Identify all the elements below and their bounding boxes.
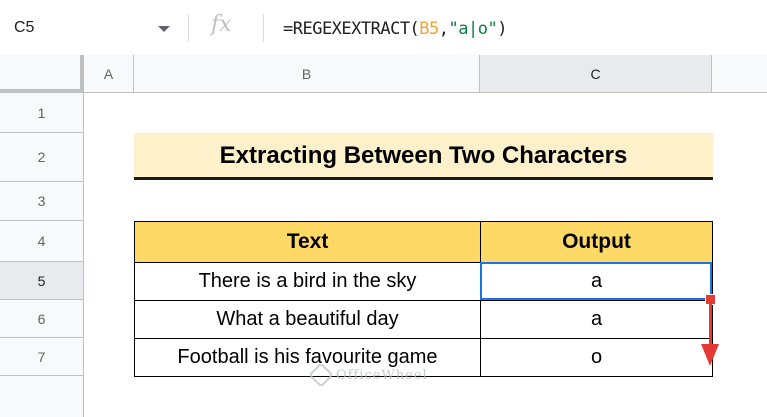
divider (263, 14, 264, 42)
table-header-text[interactable]: Text (134, 221, 481, 263)
name-box[interactable]: C5 (0, 12, 190, 44)
row-header-5[interactable]: 5 (0, 262, 84, 300)
table-cell-output[interactable]: a (480, 262, 713, 301)
table-cell-text[interactable]: There is a bird in the sky (134, 262, 481, 301)
table-cell-output[interactable]: a (480, 300, 713, 339)
arrow-down-icon (701, 344, 719, 366)
watermark: OfficeWheel (308, 362, 428, 388)
formula-separator: , (438, 19, 449, 39)
officewheel-logo-icon (308, 362, 334, 388)
name-box-value: C5 (14, 19, 35, 36)
column-header-b[interactable]: B (134, 55, 480, 93)
formula-bar: C5 fx =REGEXEXTRACT(B5,"a|o") (0, 0, 767, 56)
column-header-a[interactable]: A (84, 55, 134, 93)
table-cell-text[interactable]: What a beautiful day (134, 300, 481, 339)
table-cell-output[interactable]: o (480, 338, 713, 377)
row-header-7[interactable]: 7 (0, 338, 84, 376)
fx-icon: fx (211, 12, 232, 37)
chevron-down-icon[interactable] (158, 26, 170, 32)
select-all-corner[interactable] (0, 55, 84, 93)
table-cell-text[interactable]: Football is his favourite game (134, 338, 481, 377)
row-header-8[interactable] (0, 376, 84, 417)
formula-closing-paren: ) (497, 19, 507, 39)
column-header-c[interactable]: C (480, 55, 712, 93)
formula-cell-reference: B5 (419, 19, 439, 39)
column-header-next[interactable] (712, 55, 767, 93)
table-header-output[interactable]: Output (480, 221, 713, 263)
row-header-1[interactable]: 1 (0, 93, 84, 133)
row-header-6[interactable]: 6 (0, 300, 84, 338)
sheet-title[interactable]: Extracting Between Two Characters (134, 133, 713, 180)
formula-function: =REGEXEXTRACT( (283, 19, 420, 39)
formula-input[interactable]: =REGEXEXTRACT(B5,"a|o") (283, 19, 507, 39)
row-header-3[interactable]: 3 (0, 182, 84, 221)
drag-arrow-shaft (709, 303, 712, 348)
watermark-text: OfficeWheel (336, 367, 428, 383)
divider (188, 14, 189, 42)
formula-string-argument: "a|o" (448, 19, 498, 39)
row-header-2[interactable]: 2 (0, 133, 84, 182)
row-header-4[interactable]: 4 (0, 221, 84, 262)
